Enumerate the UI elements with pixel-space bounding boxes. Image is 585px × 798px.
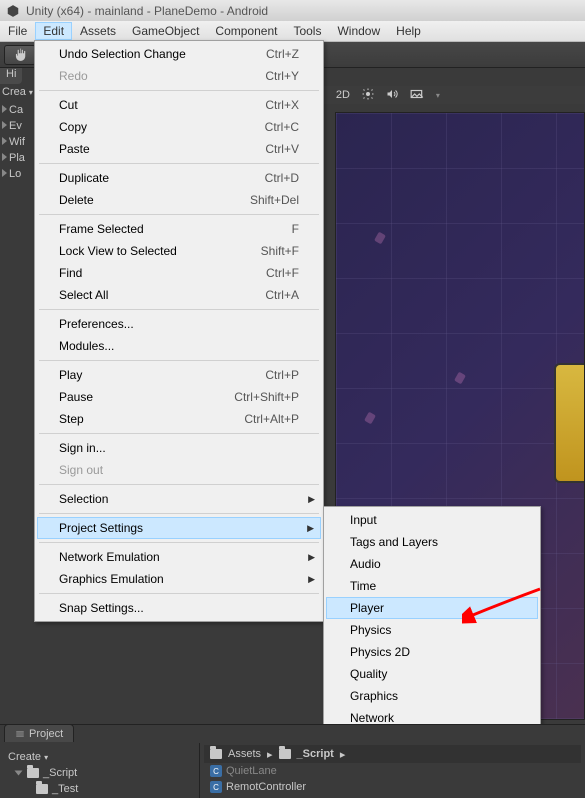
hierarchy-item[interactable]: Ca — [0, 104, 35, 120]
window-title: Unity (x64) - mainland - PlaneDemo - And… — [26, 4, 268, 18]
submenu-item-audio[interactable]: Audio — [326, 553, 538, 575]
submenu-item-tags-and-layers[interactable]: Tags and Layers — [326, 531, 538, 553]
submenu-item-player[interactable]: Player — [326, 597, 538, 619]
menu-item-delete[interactable]: DeleteShift+Del — [37, 189, 321, 211]
folder-row[interactable]: _Test — [4, 781, 195, 797]
submenu-arrow-icon: ▶ — [308, 574, 315, 585]
menu-item-network-emulation[interactable]: Network Emulation▶ — [37, 546, 321, 568]
menu-edit[interactable]: Edit — [35, 22, 72, 40]
menu-item-step[interactable]: StepCtrl+Alt+P — [37, 408, 321, 430]
project-tab[interactable]: Project — [4, 724, 74, 742]
menu-window[interactable]: Window — [329, 22, 388, 40]
project-folders: Create ▾ _Script _Test — [0, 743, 200, 798]
menu-item-duplicate[interactable]: DuplicateCtrl+D — [37, 167, 321, 189]
hierarchy-item[interactable]: Ev — [0, 120, 35, 136]
menu-item-frame-selected[interactable]: Frame SelectedF — [37, 218, 321, 240]
expand-icon[interactable] — [2, 137, 7, 145]
menu-item-cut[interactable]: CutCtrl+X — [37, 94, 321, 116]
menu-item-find[interactable]: FindCtrl+F — [37, 262, 321, 284]
chevron-right-icon: ▸ — [340, 748, 346, 761]
folder-icon — [279, 749, 291, 759]
menu-component[interactable]: Component — [207, 22, 285, 40]
menu-item-redo: RedoCtrl+Y — [37, 65, 321, 87]
folder-icon — [210, 749, 222, 759]
menu-separator — [39, 593, 319, 594]
menu-item-copy[interactable]: CopyCtrl+C — [37, 116, 321, 138]
submenu-arrow-icon: ▶ — [308, 552, 315, 563]
menu-separator — [39, 542, 319, 543]
asset-item[interactable]: C QuietLane — [204, 763, 581, 779]
menu-separator — [39, 360, 319, 361]
asset-item[interactable]: C RemotController — [204, 779, 581, 795]
menu-assets[interactable]: Assets — [72, 22, 124, 40]
menu-item-play[interactable]: PlayCtrl+P — [37, 364, 321, 386]
scene-object — [554, 363, 584, 483]
expand-icon[interactable] — [2, 153, 7, 161]
audio-toggle-icon[interactable] — [386, 88, 398, 103]
hierarchy-panel: CaEvWifPlaLo — [0, 104, 35, 724]
scene-view-toolbar: | 2D ▾ — [315, 86, 585, 104]
submenu-item-input[interactable]: Input — [326, 509, 538, 531]
menu-item-sign-in[interactable]: Sign in... — [37, 437, 321, 459]
hierarchy-tab[interactable]: Hi — [0, 68, 22, 84]
menu-item-sign-out: Sign out — [37, 459, 321, 481]
menu-item-undo-selection-change[interactable]: Undo Selection ChangeCtrl+Z — [37, 43, 321, 65]
menu-item-lock-view-to-selected[interactable]: Lock View to SelectedShift+F — [37, 240, 321, 262]
unity-logo-icon — [6, 4, 20, 18]
project-panel: Project Create ▾ _Script _Test Assets ▸ … — [0, 724, 585, 798]
menu-separator — [39, 433, 319, 434]
chevron-right-icon: ▸ — [267, 748, 273, 761]
folder-row[interactable]: _Script — [4, 765, 195, 781]
menu-separator — [39, 513, 319, 514]
menu-bar: FileEditAssetsGameObjectComponentToolsWi… — [0, 21, 585, 42]
menu-item-graphics-emulation[interactable]: Graphics Emulation▶ — [37, 568, 321, 590]
window-title-bar: Unity (x64) - mainland - PlaneDemo - And… — [0, 0, 585, 21]
menu-separator — [39, 214, 319, 215]
expand-icon[interactable] — [2, 121, 7, 129]
expand-icon[interactable] — [2, 169, 7, 177]
submenu-item-time[interactable]: Time — [326, 575, 538, 597]
menu-separator — [39, 90, 319, 91]
menu-item-paste[interactable]: PasteCtrl+V — [37, 138, 321, 160]
expand-icon[interactable] — [15, 771, 23, 776]
project-create-dropdown[interactable]: Create ▾ — [4, 749, 195, 765]
project-breadcrumb[interactable]: Assets ▸ _Script ▸ — [204, 745, 581, 763]
submenu-item-physics[interactable]: Physics — [326, 619, 538, 641]
submenu-item-graphics[interactable]: Graphics — [326, 685, 538, 707]
lighting-toggle-icon[interactable] — [362, 88, 374, 103]
hierarchy-item[interactable]: Lo — [0, 168, 35, 184]
submenu-item-quality[interactable]: Quality — [326, 663, 538, 685]
submenu-item-physics-2d[interactable]: Physics 2D — [326, 641, 538, 663]
menu-item-project-settings[interactable]: Project Settings▶ — [37, 517, 321, 539]
csharp-script-icon: C — [210, 781, 222, 793]
menu-item-selection[interactable]: Selection▶ — [37, 488, 321, 510]
submenu-arrow-icon: ▶ — [307, 523, 314, 534]
submenu-arrow-icon: ▶ — [308, 494, 315, 505]
scene-2d-toggle[interactable]: 2D — [336, 89, 350, 101]
menu-gameobject[interactable]: GameObject — [124, 22, 207, 40]
hand-tool-button[interactable] — [4, 45, 36, 65]
menu-separator — [39, 163, 319, 164]
menu-file[interactable]: File — [0, 22, 35, 40]
expand-icon[interactable] — [2, 105, 7, 113]
hierarchy-item[interactable]: Wif — [0, 136, 35, 152]
csharp-script-icon: C — [210, 765, 222, 777]
menu-separator — [39, 484, 319, 485]
fx-toggle-icon[interactable] — [410, 88, 424, 103]
menu-item-pause[interactable]: PauseCtrl+Shift+P — [37, 386, 321, 408]
folder-icon — [36, 784, 48, 794]
edit-menu-dropdown: Undo Selection ChangeCtrl+ZRedoCtrl+Y Cut… — [34, 40, 324, 622]
menu-item-select-all[interactable]: Select AllCtrl+A — [37, 284, 321, 306]
project-content: Assets ▸ _Script ▸ C QuietLane C RemotCo… — [200, 743, 585, 798]
menu-item-modules[interactable]: Modules... — [37, 335, 321, 357]
hierarchy-create-dropdown[interactable]: Crea ▾ — [2, 86, 33, 98]
menu-tools[interactable]: Tools — [285, 22, 329, 40]
folder-icon — [27, 768, 39, 778]
menu-item-snap-settings[interactable]: Snap Settings... — [37, 597, 321, 619]
menu-separator — [39, 309, 319, 310]
menu-item-preferences[interactable]: Preferences... — [37, 313, 321, 335]
menu-help[interactable]: Help — [388, 22, 429, 40]
hierarchy-item[interactable]: Pla — [0, 152, 35, 168]
